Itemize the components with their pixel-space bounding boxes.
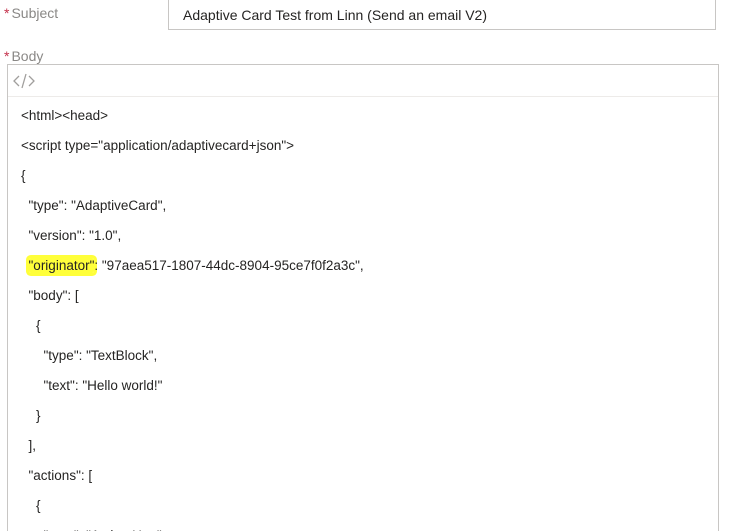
subject-input[interactable]: Adaptive Card Test from Linn (Send an em… <box>168 0 716 30</box>
code-line: "body": [ <box>21 288 79 303</box>
subject-label-text: Subject <box>11 5 59 21</box>
code-content[interactable]: <html><head> <script type="application/a… <box>21 101 718 531</box>
code-line-originator: "originator": "97aea517-1807-44dc-8904-9… <box>21 251 718 281</box>
code-line: "text": "Hello world!" <box>21 378 163 393</box>
body-editor[interactable]: <html><head> <script type="application/a… <box>7 64 719 531</box>
code-line: <html><head> <box>21 108 109 123</box>
body-label: * Body <box>4 47 43 65</box>
required-asterisk: * <box>4 48 10 64</box>
editor-toolbar <box>8 65 718 97</box>
code-line: { <box>21 168 26 183</box>
code-line: "actions": [ <box>21 468 93 483</box>
code-line: "type": "AdaptiveCard", <box>21 198 167 213</box>
highlighted-originator-key: "originator" <box>28 258 95 273</box>
body-label-text: Body <box>11 48 44 64</box>
code-line: } <box>21 408 41 423</box>
code-line: "version": "1.0", <box>21 228 122 243</box>
code-line: { <box>21 318 41 333</box>
code-line: "type": "Action.Http", <box>21 521 718 531</box>
code-line: ], <box>21 438 37 453</box>
required-asterisk: * <box>4 5 10 21</box>
code-line: "type": "TextBlock", <box>21 348 158 363</box>
code-line: { <box>21 498 41 513</box>
code-line: <script type="application/adaptivecard+j… <box>21 138 295 153</box>
code-view-icon[interactable] <box>11 70 37 92</box>
subject-label: * Subject <box>4 4 58 22</box>
email-compose-form: * Subject Adaptive Card Test from Linn (S… <box>0 0 733 531</box>
originator-value: : "97aea517-1807-44dc-8904-95ce7f0f2a3c"… <box>94 258 364 273</box>
